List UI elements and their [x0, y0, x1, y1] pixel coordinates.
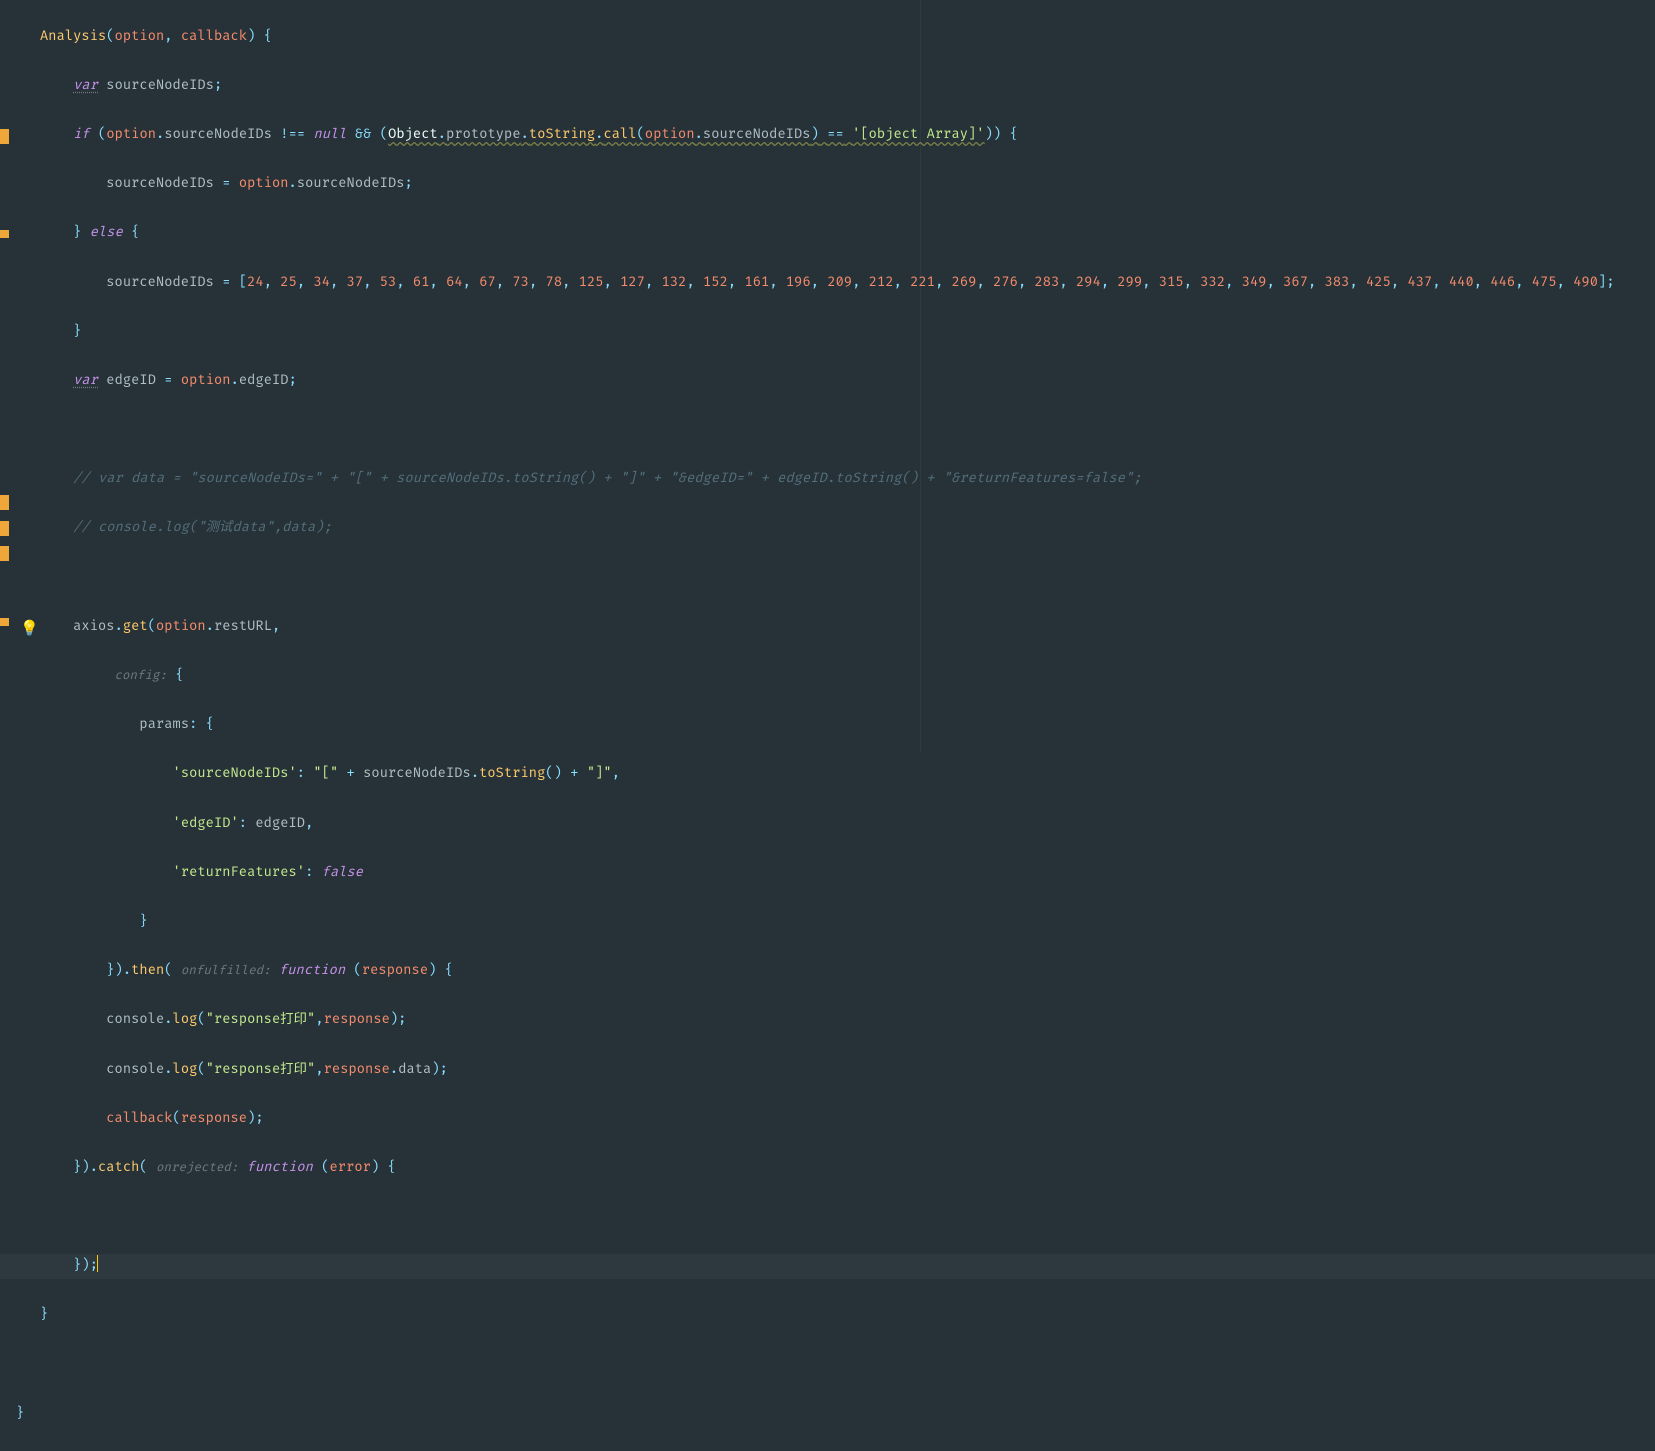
- keyword-if: if: [73, 127, 90, 143]
- gutter-mark: [0, 546, 9, 561]
- gutter-mark: [0, 129, 9, 144]
- code-line: console.log("response打印",response);: [40, 1008, 1655, 1033]
- code-line-active: });: [0, 1254, 1655, 1279]
- code-line: console.log("response打印",response.data);: [40, 1058, 1655, 1083]
- inlay-hint: onfulfilled:: [181, 963, 271, 978]
- gutter-mark: [0, 521, 9, 536]
- code-line: [40, 418, 1655, 443]
- comment: // console.log("测试data",data);: [73, 520, 332, 536]
- code-line: var edgeID = option.edgeID;: [40, 369, 1655, 394]
- code-line: // var data = "sourceNodeIDs=" + "[" + s…: [40, 467, 1655, 492]
- code-line: if (option.sourceNodeIDs !== null && (Ob…: [40, 123, 1655, 148]
- comment: // var data = "sourceNodeIDs=" + "[" + s…: [73, 471, 1141, 487]
- param: option: [115, 29, 165, 45]
- code-line: }: [16, 1402, 1655, 1427]
- code-line: }).then( onfulfilled: function (response…: [40, 959, 1655, 984]
- number-array: 24, 25, 34, 37, 53, 61, 64, 67, 73, 78, …: [247, 275, 1598, 291]
- code-line: }: [40, 1303, 1655, 1328]
- code-line: }: [40, 910, 1655, 935]
- code-line: [40, 1205, 1655, 1230]
- keyword-else: else: [90, 225, 123, 241]
- code-line: }).catch( onrejected: function (error) {: [40, 1156, 1655, 1181]
- code-line: } else {: [40, 221, 1655, 246]
- lightbulb-icon[interactable]: 💡: [20, 617, 39, 642]
- code-line: axios.get(option.restURL,: [40, 615, 1655, 640]
- code-line: var sourceNodeIDs;: [40, 74, 1655, 99]
- code-line: 'sourceNodeIDs': "[" + sourceNodeIDs.toS…: [40, 762, 1655, 787]
- code-line: }: [40, 320, 1655, 345]
- code-line: // console.log("测试data",data);: [40, 516, 1655, 541]
- code-line: params: {: [40, 713, 1655, 738]
- code-line: [40, 1353, 1655, 1378]
- code-line: [40, 566, 1655, 591]
- code-line: 'edgeID': edgeID,: [40, 812, 1655, 837]
- param: callback: [181, 29, 247, 45]
- editor-gutter: 💡: [0, 0, 14, 752]
- keyword-var: var: [73, 78, 98, 94]
- code-editor[interactable]: Analysis(option, callback) { var sourceN…: [40, 0, 1655, 1451]
- text-cursor: [97, 1255, 98, 1272]
- code-line: sourceNodeIDs = option.sourceNodeIDs;: [40, 172, 1655, 197]
- inlay-hint: config:: [115, 668, 167, 683]
- inlay-hint: onrejected:: [156, 1160, 238, 1175]
- code-line: Analysis(option, callback) {: [40, 25, 1655, 50]
- gutter-mark: [0, 230, 9, 238]
- code-line: 'returnFeatures': false: [40, 861, 1655, 886]
- gutter-mark: [0, 495, 9, 510]
- code-line: config: {: [40, 664, 1655, 689]
- gutter-mark: [0, 618, 9, 626]
- code-line: callback(response);: [40, 1107, 1655, 1132]
- function-name: Analysis: [40, 29, 106, 45]
- code-line: sourceNodeIDs = [24, 25, 34, 37, 53, 61,…: [40, 271, 1655, 296]
